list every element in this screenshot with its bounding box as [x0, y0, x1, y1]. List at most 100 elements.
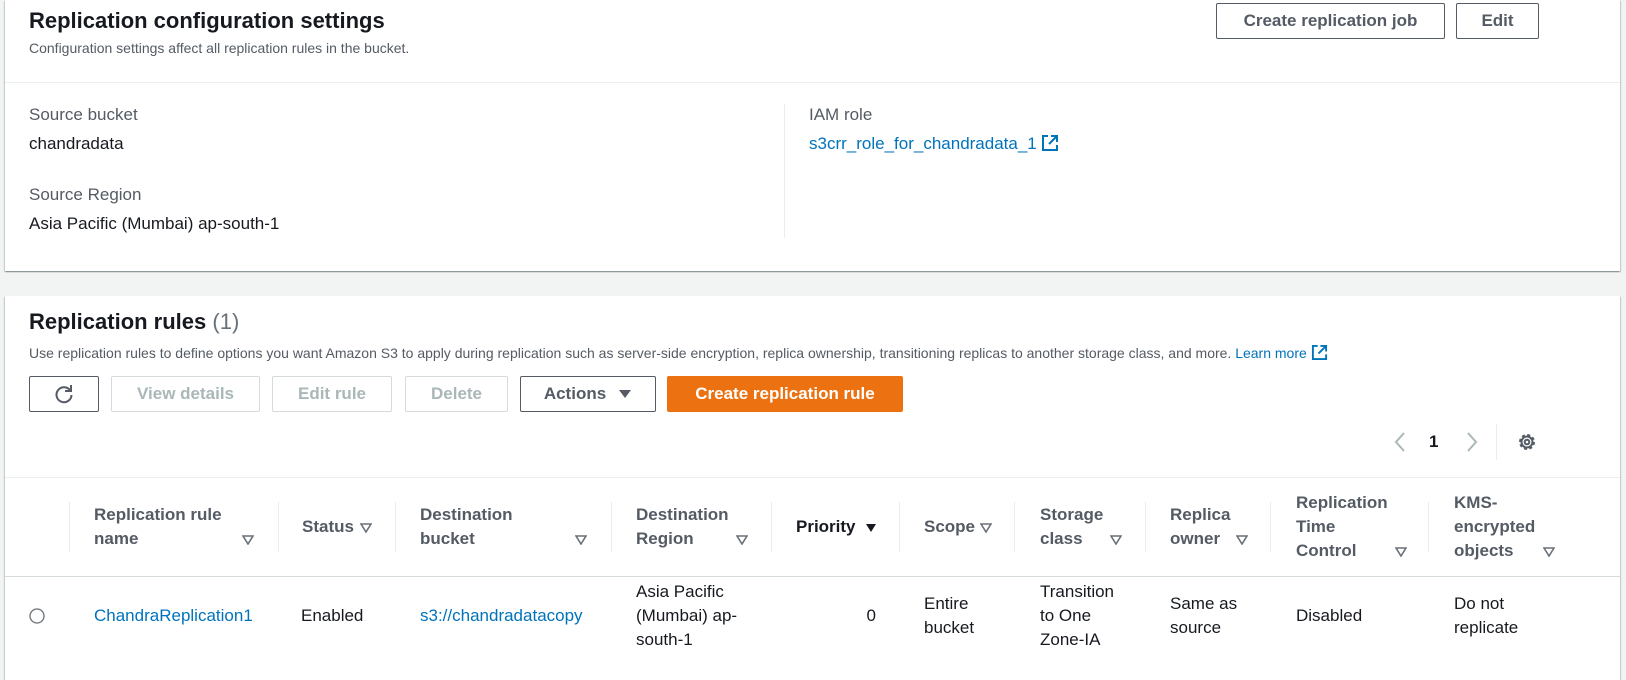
rules-title: Replication rules: [29, 309, 207, 334]
column-header-line: Destination: [636, 505, 729, 524]
column-header-line: Storage: [1040, 505, 1104, 524]
column-header-line: Region: [636, 529, 694, 548]
delete-button[interactable]: Delete: [405, 376, 508, 412]
column-header-line: encrypted: [1454, 517, 1536, 536]
column-header-kms-encrypted-objects[interactable]: KMS- encrypted objects: [1454, 491, 1535, 563]
cell-line: source: [1170, 618, 1222, 637]
column-header-line: Priority: [796, 517, 856, 536]
source-bucket-value: chandradata: [29, 134, 124, 153]
destination-region-value: Asia Pacific (Mumbai) ap- south-1: [636, 580, 737, 652]
column-header-line: Replica: [1170, 505, 1231, 524]
column-separator: [1428, 502, 1429, 552]
sort-icon[interactable]: [1236, 535, 1248, 545]
iam-role-value: s3crr_role_for_chandradata_1: [809, 134, 1059, 154]
current-page-number[interactable]: 1: [1429, 432, 1438, 452]
replica-owner-value: Same as source: [1170, 592, 1237, 640]
next-page-icon[interactable]: [1465, 431, 1479, 453]
column-header-rule-name[interactable]: Replication rule name: [94, 503, 222, 551]
table-header-border: [5, 576, 1620, 577]
column-header-line: owner: [1170, 529, 1221, 548]
column-header-line: name: [94, 529, 139, 548]
cell-line: Entire: [924, 594, 969, 613]
cell-line: south-1: [636, 630, 693, 649]
iam-role-link[interactable]: s3crr_role_for_chandradata_1: [809, 134, 1037, 153]
external-link-icon[interactable]: [1041, 134, 1059, 152]
create-replication-rule-button[interactable]: Create replication rule: [667, 376, 903, 412]
column-header-line: Scope: [924, 517, 976, 536]
column-header-line: Replication rule: [94, 505, 222, 524]
sort-icon[interactable]: [242, 535, 254, 545]
cell-line: Transition: [1040, 582, 1115, 601]
external-link-icon[interactable]: [1311, 344, 1328, 361]
source-region-value: Asia Pacific (Mumbai) ap-south-1: [29, 214, 280, 233]
storage-class-value: Transition to One Zone-IA: [1040, 580, 1114, 652]
sort-icon[interactable]: [1543, 547, 1555, 557]
column-header-line: objects: [1454, 541, 1514, 560]
rules-description-text: Use replication rules to define options …: [29, 345, 1232, 361]
rule-name-link[interactable]: ChandraReplication1: [94, 604, 253, 628]
edit-button[interactable]: Edit: [1456, 3, 1539, 39]
rule-status: Enabled: [301, 606, 364, 625]
cell-line: Zone-IA: [1040, 630, 1101, 649]
sort-descending-icon[interactable]: [865, 523, 877, 533]
config-description: Configuration settings affect all replic…: [29, 40, 410, 56]
source-region-label: Source Region: [29, 185, 142, 204]
table-top-border: [5, 477, 1620, 478]
replication-rules-panel: Replication rules (1) Use replication ru…: [5, 296, 1620, 680]
sort-icon[interactable]: [1110, 535, 1122, 545]
sort-icon[interactable]: [1395, 547, 1407, 557]
replication-time-control-value: Disabled: [1296, 606, 1363, 625]
column-header-line: Control: [1296, 541, 1357, 560]
column-header-destination-region[interactable]: Destination Region: [636, 503, 729, 551]
edit-rule-button[interactable]: Edit rule: [272, 376, 392, 412]
cell-line: replicate: [1454, 618, 1519, 637]
column-header-line: Destination: [420, 505, 513, 524]
cell-line: to One: [1040, 606, 1092, 625]
cell-line: Asia Pacific: [636, 582, 724, 601]
kms-encrypted-value: Do not replicate: [1454, 592, 1518, 640]
column-header-status[interactable]: Status: [302, 515, 354, 539]
column-header-storage-class[interactable]: Storage class: [1040, 503, 1103, 551]
column-separator: [611, 502, 612, 552]
pagination-divider: [1496, 424, 1497, 460]
rules-count: (1): [212, 309, 240, 334]
actions-dropdown[interactable]: Actions: [520, 376, 656, 412]
source-bucket-label: Source bucket: [29, 105, 138, 124]
view-details-button[interactable]: View details: [111, 376, 260, 412]
cell-line: Same as: [1170, 594, 1238, 613]
sort-icon[interactable]: [575, 535, 587, 545]
config-divider: [5, 82, 1620, 83]
settings-gear-icon[interactable]: [1516, 431, 1538, 453]
column-header-scope[interactable]: Scope: [924, 515, 975, 539]
learn-more-link[interactable]: Learn more: [1235, 345, 1307, 361]
column-header-replica-owner[interactable]: Replica owner: [1170, 503, 1230, 551]
cell-line: bucket: [924, 618, 975, 637]
sort-icon[interactable]: [980, 523, 992, 533]
row-select-radio[interactable]: [29, 608, 45, 624]
cell-line: Do not: [1454, 594, 1505, 613]
rules-heading: Replication rules (1): [29, 309, 239, 335]
column-separator: [899, 502, 900, 552]
refresh-icon: [55, 385, 73, 404]
column-separator: [395, 502, 396, 552]
actions-label: Actions: [543, 384, 607, 403]
sort-icon[interactable]: [736, 535, 748, 545]
column-header-priority[interactable]: Priority: [796, 515, 856, 539]
column-header-line: Status: [302, 517, 354, 536]
priority-value: 0: [866, 606, 876, 625]
column-separator: [1270, 502, 1271, 552]
create-replication-job-button[interactable]: Create replication job: [1216, 3, 1445, 39]
refresh-button[interactable]: [29, 376, 99, 412]
column-header-destination-bucket[interactable]: Destination bucket: [420, 503, 513, 551]
sort-icon[interactable]: [360, 523, 372, 533]
config-title: Replication configuration settings: [29, 8, 385, 33]
column-header-line: Time: [1296, 517, 1336, 536]
scope-value: Entire bucket: [924, 592, 974, 640]
column-separator: [69, 502, 70, 552]
column-header-line: Replication: [1296, 493, 1388, 512]
previous-page-icon[interactable]: [1393, 431, 1407, 453]
iam-role-label: IAM role: [809, 105, 873, 124]
column-header-replication-time-control[interactable]: Replication Time Control: [1296, 491, 1388, 563]
cell-line: (Mumbai) ap-: [636, 606, 738, 625]
destination-bucket-link[interactable]: s3://chandradatacopy: [420, 604, 583, 628]
